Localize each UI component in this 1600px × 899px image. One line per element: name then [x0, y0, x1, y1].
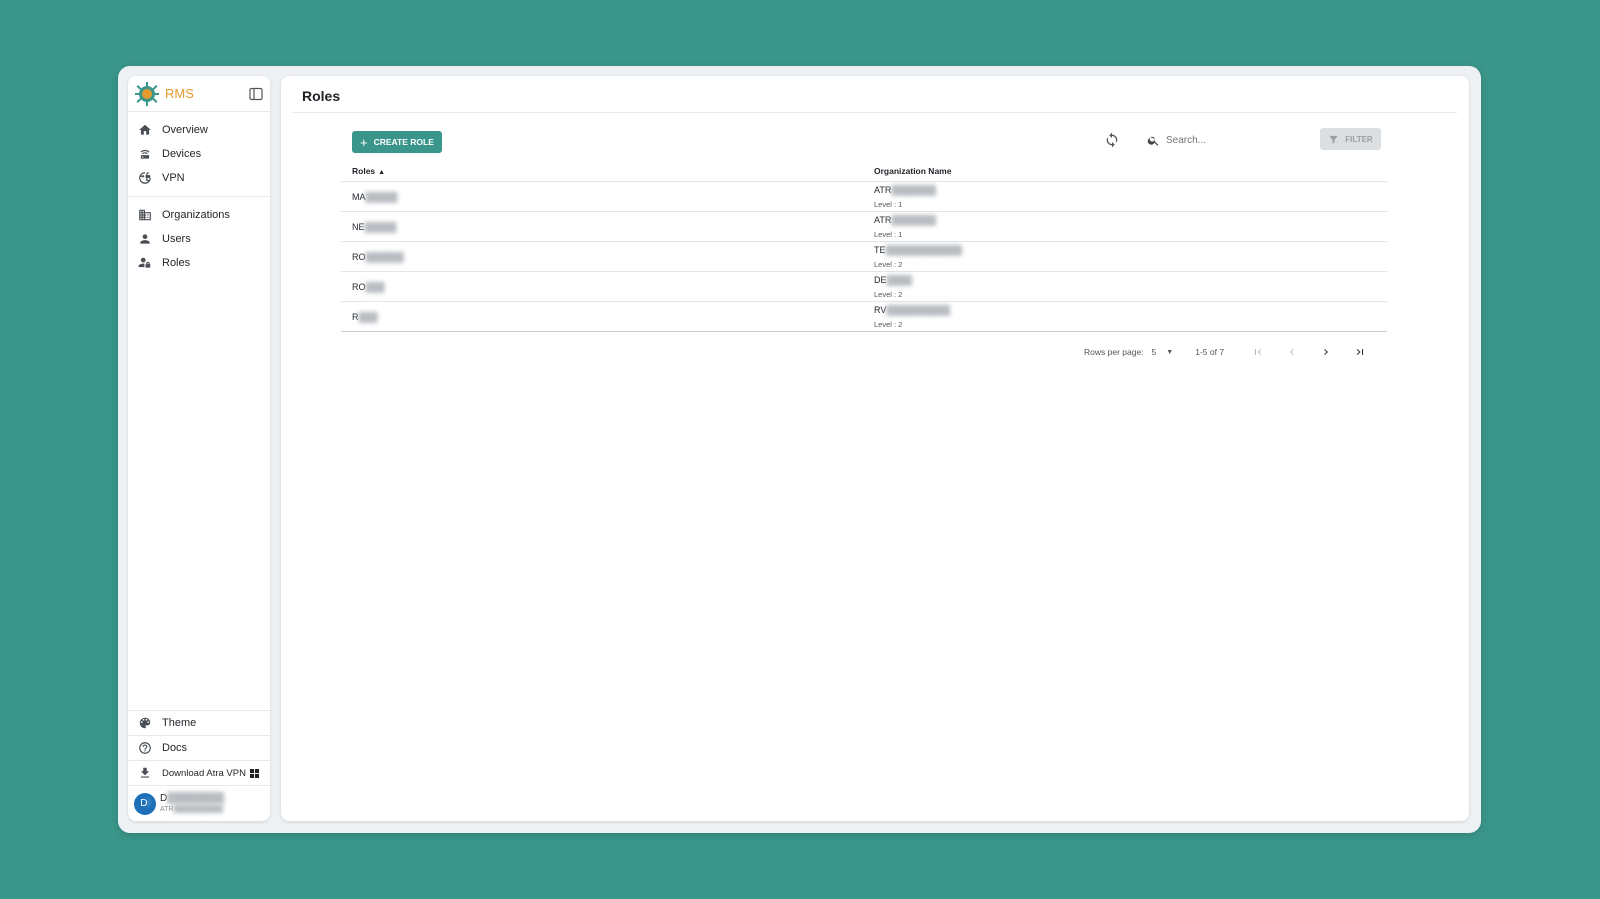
- nav-item-organizations[interactable]: Organizations: [128, 203, 270, 227]
- user-profile[interactable]: Dl D████████ ATR██████████: [128, 785, 270, 821]
- filter-button[interactable]: FILTER: [1320, 128, 1381, 150]
- org-level: Level : 2: [874, 289, 903, 299]
- logo-icon: [135, 81, 159, 106]
- avatar: Dl: [134, 792, 156, 815]
- pagination: Rows per page: 5 ▼ 1-5 of 7: [1084, 344, 1368, 360]
- role-cell: MA █████: [352, 191, 398, 202]
- windows-icon: [249, 768, 259, 778]
- download-label: Download Atra VPN: [162, 767, 246, 779]
- last-page-icon: [1356, 349, 1364, 355]
- nav-primary: Overview Devices VPN: [128, 112, 270, 197]
- user-name: D████████: [160, 793, 224, 804]
- create-role-button[interactable]: + CREATE ROLE: [352, 131, 442, 153]
- page-range: 1-5 of 7: [1195, 347, 1225, 357]
- brand-name: RMS: [165, 86, 194, 101]
- sort-asc-icon: ▲: [378, 168, 386, 176]
- org-level: Level : 2: [874, 259, 903, 269]
- nav-item-devices[interactable]: Devices: [128, 142, 270, 166]
- role-cell: RO ██████: [352, 251, 404, 262]
- nav-item-overview[interactable]: Overview: [128, 118, 270, 142]
- docs-button[interactable]: Docs: [128, 735, 270, 760]
- table-row[interactable]: RO ██████ TE████████████ Level : 2: [341, 242, 1387, 272]
- nav-item-roles[interactable]: Roles: [128, 251, 270, 275]
- theme-button[interactable]: Theme: [128, 710, 270, 735]
- org-level: Level : 1: [874, 229, 903, 239]
- table-row[interactable]: MA █████ ATR███████ Level : 1: [341, 182, 1387, 212]
- router-icon: [138, 147, 152, 161]
- nav-item-users[interactable]: Users: [128, 227, 270, 251]
- refresh-icon[interactable]: [1104, 132, 1120, 148]
- last-page-button[interactable]: [1352, 344, 1368, 360]
- plus-icon: +: [360, 134, 368, 150]
- table-row[interactable]: R ███ RV██████████ Level : 2: [341, 302, 1387, 332]
- download-vpn-button[interactable]: Download Atra VPN: [128, 760, 270, 785]
- nav-item-label: Users: [162, 233, 191, 245]
- sidebar-collapse-icon[interactable]: [248, 86, 264, 102]
- role-cell: RO ███: [352, 281, 385, 292]
- first-page-icon: [1255, 349, 1262, 355]
- column-header-organization[interactable]: Organization Name: [874, 166, 1387, 176]
- filter-icon: [1329, 135, 1338, 144]
- docs-label: Docs: [162, 742, 188, 754]
- role-cell: NE █████: [352, 221, 397, 232]
- search-icon: [1147, 136, 1159, 146]
- table-row[interactable]: NE █████ ATR███████ Level : 1: [341, 212, 1387, 242]
- building-icon: [138, 208, 152, 222]
- roles-table: Roles ▲ Organization Name MA █████ ATR████…: [341, 160, 1387, 332]
- theme-label: Theme: [162, 717, 197, 729]
- search-box: [1147, 132, 1297, 148]
- next-page-button[interactable]: [1318, 344, 1334, 360]
- brand-header: RMS: [128, 76, 270, 112]
- search-input[interactable]: [1166, 134, 1286, 146]
- table-row[interactable]: RO ███ DE████ Level : 2: [341, 272, 1387, 302]
- prev-page-button[interactable]: [1284, 344, 1300, 360]
- nav-secondary: Organizations Users Roles: [128, 197, 270, 281]
- help-icon: [138, 741, 152, 755]
- nav-item-label: VPN: [162, 172, 185, 184]
- user-lock-icon: [138, 256, 152, 270]
- nav-item-label: Roles: [162, 257, 191, 269]
- title-divider: [293, 112, 1457, 113]
- org-cell: TE████████████ Level : 2: [874, 242, 1387, 271]
- nav-item-label: Overview: [162, 124, 208, 136]
- org-cell: ATR███████ Level : 1: [874, 182, 1387, 211]
- org-cell: RV██████████ Level : 2: [874, 302, 1387, 331]
- chevron-left-icon: [1290, 349, 1294, 355]
- nav-item-label: Organizations: [162, 209, 230, 221]
- nav-item-label: Devices: [162, 148, 202, 160]
- org-level: Level : 2: [874, 319, 903, 329]
- first-page-button[interactable]: [1250, 344, 1266, 360]
- palette-icon: [138, 716, 152, 730]
- app-window: RMS Overview Devices VPN Organizations U…: [118, 66, 1481, 833]
- vpn-globe-icon: [138, 171, 152, 185]
- rows-per-page-label: Rows per page:: [1084, 347, 1144, 357]
- rows-per-page-select[interactable]: 5 ▼: [1152, 347, 1174, 357]
- role-cell: R ███: [352, 311, 378, 322]
- home-icon: [138, 123, 152, 137]
- org-level: Level : 1: [874, 199, 903, 209]
- user-org: ATR██████████: [160, 806, 224, 813]
- org-cell: DE████ Level : 2: [874, 272, 1387, 301]
- page-title: Roles: [302, 88, 341, 104]
- caret-down-icon: ▼: [1166, 348, 1174, 356]
- column-header-roles[interactable]: Roles ▲: [341, 166, 874, 176]
- user-icon: [138, 232, 152, 246]
- table-header: Roles ▲ Organization Name: [341, 160, 1387, 182]
- org-cell: ATR███████ Level : 1: [874, 212, 1387, 241]
- nav-item-vpn[interactable]: VPN: [128, 166, 270, 190]
- chevron-right-icon: [1324, 349, 1329, 355]
- sidebar: RMS Overview Devices VPN Organizations U…: [128, 76, 270, 821]
- main-panel: Roles + CREATE ROLE FILTER Roles▲ Organi…: [281, 76, 1469, 821]
- download-icon: [138, 766, 152, 780]
